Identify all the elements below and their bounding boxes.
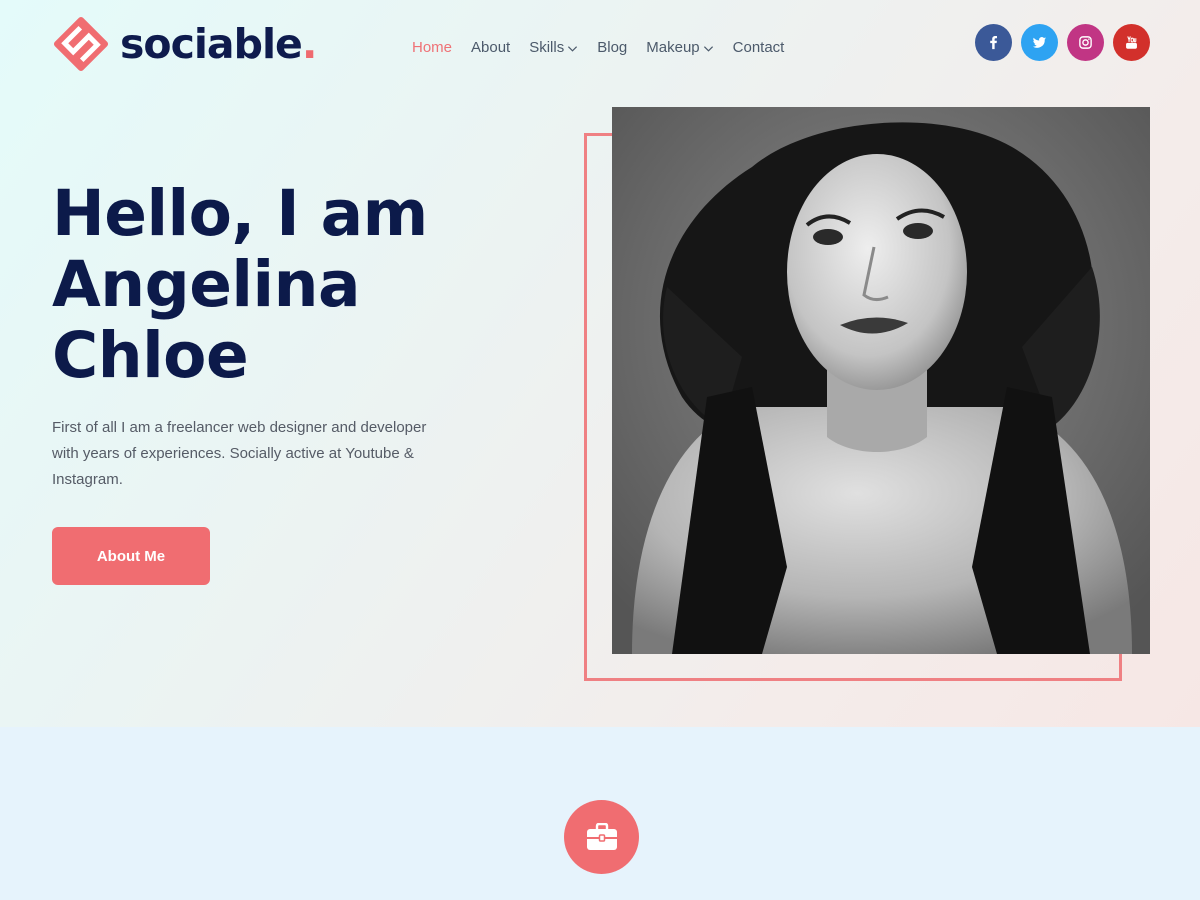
- chevron-down-icon: [703, 45, 713, 52]
- brand-dot: .: [301, 19, 318, 68]
- nav-item-label: Blog: [597, 38, 628, 56]
- main-navigation: Home About Skills Blog Makeup Contact: [412, 34, 803, 60]
- portrait-photo: [612, 107, 1150, 654]
- social-links: [975, 24, 1150, 61]
- nav-item-blog[interactable]: Blog: [597, 39, 627, 56]
- brand-name: sociable: [120, 19, 303, 68]
- chevron-down-icon: [568, 45, 578, 52]
- nav-item-about[interactable]: About: [471, 39, 510, 56]
- briefcase-icon: [586, 823, 617, 850]
- nav-item-label: Contact: [732, 38, 785, 56]
- youtube-icon: [1126, 36, 1137, 49]
- nav-item-home[interactable]: Home: [412, 39, 452, 56]
- about-me-button[interactable]: About Me: [52, 527, 210, 585]
- s-diamond-logo-icon: [53, 16, 109, 72]
- site-logo[interactable]: sociable.: [52, 14, 318, 74]
- facebook-icon: [990, 35, 997, 50]
- youtube-link[interactable]: [1113, 24, 1150, 61]
- nav-item-makeup[interactable]: Makeup: [646, 39, 713, 56]
- section-icon-badge: [564, 800, 639, 874]
- portrait-illustration: [612, 107, 1150, 654]
- nav-item-contact[interactable]: Contact: [733, 39, 785, 56]
- instagram-icon: [1079, 36, 1092, 49]
- hero-description: First of all I am a freelancer web desig…: [52, 419, 427, 488]
- nav-item-skills[interactable]: Skills: [529, 39, 578, 56]
- hero-section: sociable. Home About Skills Blog Makeup …: [0, 0, 1200, 727]
- nav-item-label: Makeup: [646, 38, 700, 56]
- nav-item-label: Skills: [529, 38, 565, 56]
- facebook-link[interactable]: [975, 24, 1012, 61]
- hero-title: Hello, I am Angelina Chloe: [52, 177, 428, 392]
- twitter-link[interactable]: [1021, 24, 1058, 61]
- nav-item-label: Home: [412, 38, 453, 56]
- nav-item-label: About: [471, 38, 511, 56]
- instagram-link[interactable]: [1067, 24, 1104, 61]
- twitter-icon: [1032, 37, 1047, 48]
